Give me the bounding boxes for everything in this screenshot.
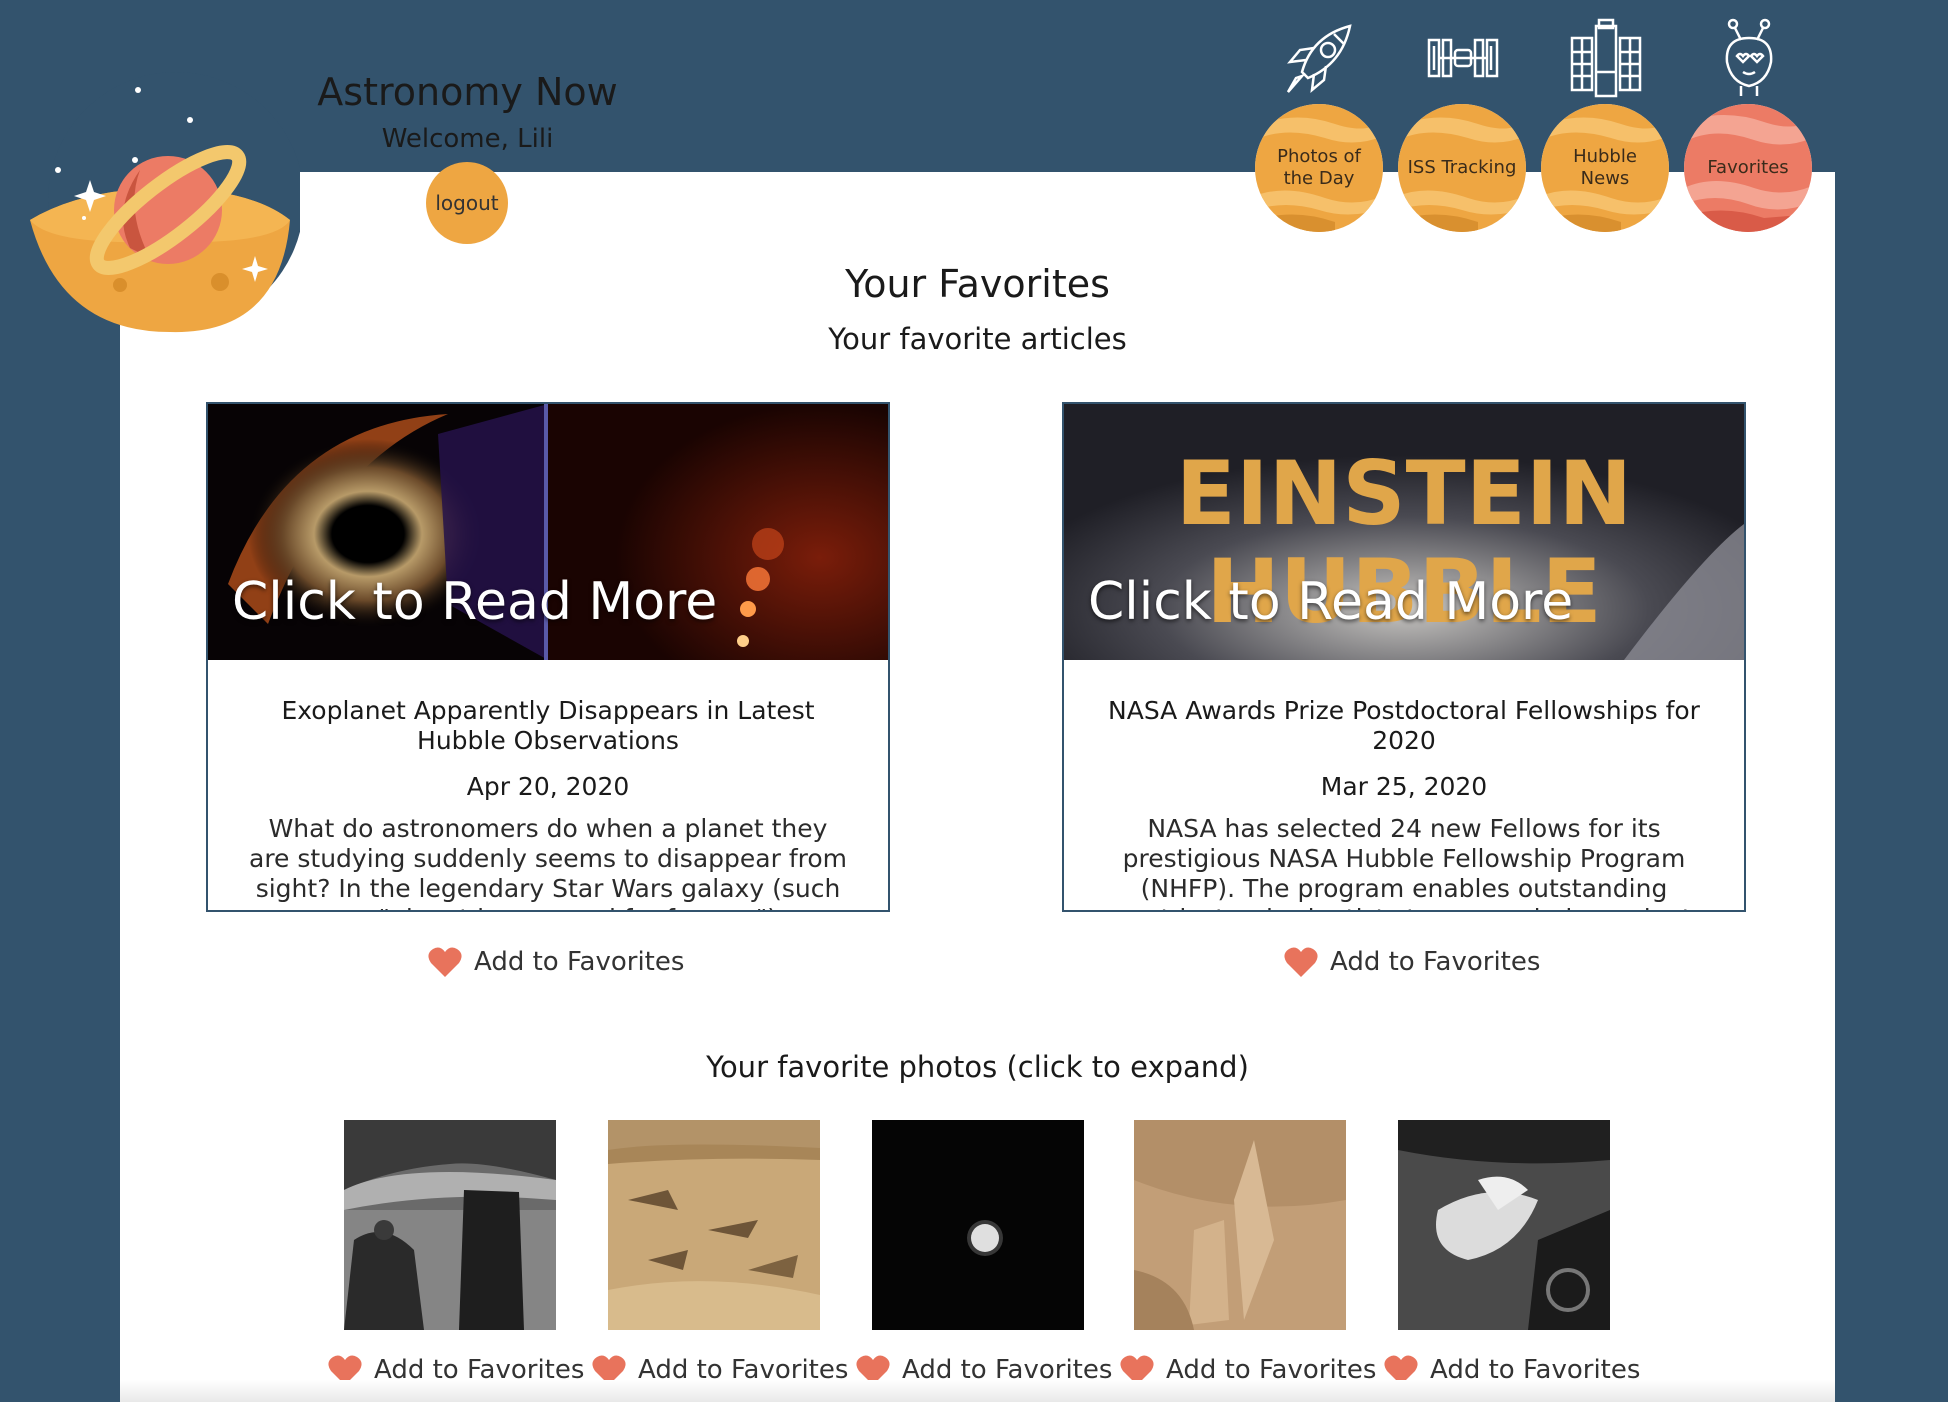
nav-button-iss-tracking[interactable]: ISS Tracking (1398, 104, 1526, 232)
nav-photos-of-the-day[interactable]: Photos of the Day (1249, 12, 1389, 232)
article-image[interactable]: Click to Read More (208, 404, 888, 660)
read-more-overlay[interactable]: Click to Read More (232, 572, 717, 632)
welcome-message: Welcome, Lili (381, 124, 554, 154)
article-card[interactable]: Click to Read More Exoplanet Apparently … (206, 402, 890, 912)
nav-hubble-news[interactable]: Hubble News (1535, 12, 1675, 232)
favorite-photo[interactable] (872, 1120, 1084, 1330)
hubble-telescope-icon (1568, 16, 1644, 98)
alien-icon (1711, 16, 1787, 98)
nav-favorites[interactable]: Favorites (1678, 12, 1818, 232)
heart-icon (428, 947, 462, 977)
nav-iss-tracking[interactable]: ISS Tracking (1392, 12, 1532, 232)
add-to-favorites-label: Add to Favorites (1330, 947, 1541, 977)
add-to-favorites-label: Add to Favorites (474, 947, 685, 977)
nav-button-favorites[interactable]: Favorites (1684, 104, 1812, 232)
article-description: NASA has selected 24 new Fellows for its… (1116, 814, 1691, 910)
space-station-icon (1425, 16, 1501, 98)
article-date: Mar 25, 2020 (1320, 772, 1488, 801)
nav-label-favorites: Favorites (1707, 157, 1789, 178)
add-to-favorites-button[interactable]: Add to Favorites (428, 946, 684, 978)
einstein-image-text: EINSTEIN (1176, 442, 1632, 545)
article-card[interactable]: EINSTEIN HUBBLE Click to Read More NASA … (1062, 402, 1746, 912)
article-title: NASA Awards Prize Postdoctoral Fellowshi… (1108, 696, 1700, 755)
photos-heading: Your favorite photos (click to expand) (706, 1050, 1249, 1084)
logout-button[interactable]: logout (426, 162, 508, 244)
favorite-photo[interactable] (344, 1120, 556, 1330)
add-to-favorites-button[interactable]: Add to Favorites (1284, 946, 1540, 978)
favorite-photo[interactable] (1134, 1120, 1346, 1330)
favorite-photo[interactable] (608, 1120, 820, 1330)
article-title: Exoplanet Apparently Disappears in Lates… (281, 696, 815, 755)
nav-label-photos-of-the-day: Photos of the Day (1277, 146, 1361, 189)
site-title: Astronomy Now (317, 70, 618, 114)
favorite-photo[interactable] (1398, 1120, 1610, 1330)
bottom-fade (120, 1380, 1835, 1402)
article-date: Apr 20, 2020 (466, 772, 630, 801)
page-title: Your Favorites (845, 262, 1110, 306)
read-more-overlay[interactable]: Click to Read More (1088, 572, 1573, 632)
article-description: What do astronomers do when a planet the… (249, 814, 847, 910)
nav-label-iss-tracking: ISS Tracking (1407, 157, 1517, 178)
nav-button-photos-of-the-day[interactable]: Photos of the Day (1255, 104, 1383, 232)
rocket-icon (1282, 16, 1358, 98)
heart-icon (1284, 947, 1318, 977)
articles-heading: Your favorite articles (828, 322, 1127, 356)
nav-button-hubble-news[interactable]: Hubble News (1541, 104, 1669, 232)
nav-label-hubble-news: Hubble News (1573, 146, 1637, 189)
article-image[interactable]: EINSTEIN HUBBLE Click to Read More (1064, 404, 1744, 660)
